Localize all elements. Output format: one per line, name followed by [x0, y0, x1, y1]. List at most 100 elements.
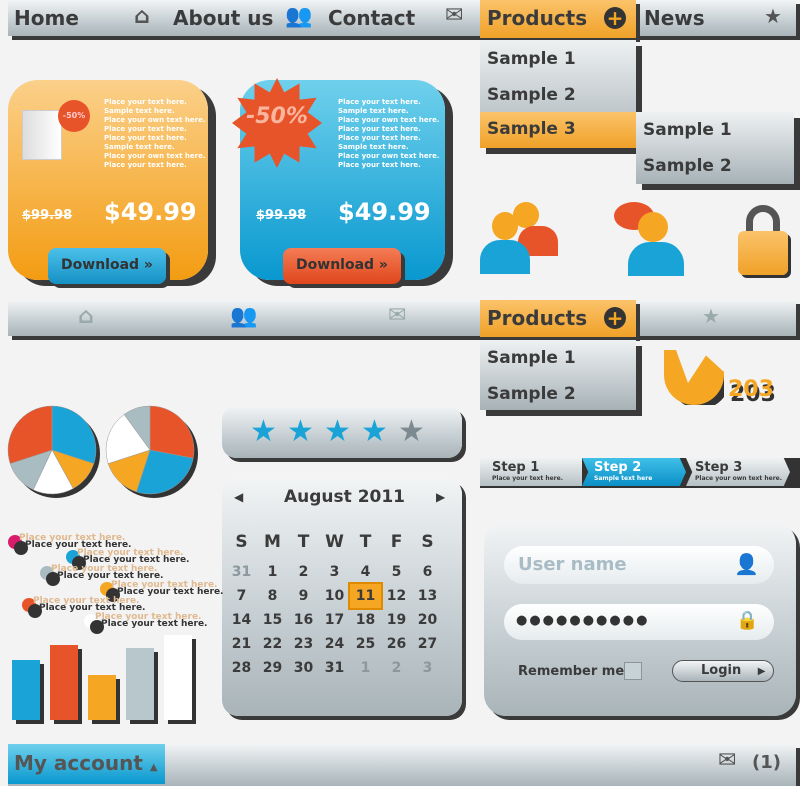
calendar-day[interactable]: 10	[319, 584, 350, 608]
star-icon[interactable]: ★	[764, 6, 782, 26]
dropdown-item[interactable]: Sample 2	[487, 85, 576, 105]
rating-star-icon[interactable]: ★	[398, 414, 425, 449]
calendar-day[interactable]: 5	[381, 560, 412, 584]
calendar-day[interactable]: 7	[226, 584, 257, 608]
house-icon[interactable]: ⌂	[78, 306, 94, 328]
next-month-arrow[interactable]: ▶	[436, 490, 445, 504]
calendar-day[interactable]: 24	[319, 632, 350, 656]
dropdown-item[interactable]: Sample 1	[487, 348, 576, 368]
calendar-day[interactable]: 1	[257, 560, 288, 584]
user-icon: 👤	[734, 552, 759, 576]
users-icon[interactable]: 👥	[230, 306, 257, 328]
envelope-icon[interactable]: ✉	[388, 305, 406, 327]
step-1[interactable]: Step 1 Place your text here.	[480, 458, 582, 486]
calendar-day[interactable]: 30	[288, 656, 319, 680]
calendar-grid: S M T W T F S 31 1 2 3 4 5 6 7 8 9 10 11 12 13 14 15 16 17 18 19 20…	[226, 524, 443, 680]
nav2-dropdown: Sample 1 Sample 2	[480, 340, 636, 410]
weekday-header: S	[421, 532, 434, 552]
login-button[interactable]: Login ▶	[672, 660, 774, 682]
calendar-day[interactable]: 15	[257, 608, 288, 632]
rating-star-icon[interactable]: ★	[287, 414, 314, 449]
house-icon[interactable]: ⌂	[134, 6, 150, 28]
envelope-icon[interactable]: ✉	[718, 750, 736, 772]
calendar-day[interactable]: 2	[288, 560, 319, 584]
nav2-products-label: Products	[487, 306, 588, 330]
calendar-day[interactable]: 3	[412, 656, 443, 680]
calendar-day[interactable]: 26	[381, 632, 412, 656]
username-field[interactable]: User name 👤	[504, 546, 774, 584]
calendar-day[interactable]: 21	[226, 632, 257, 656]
lock-icon: 🔒	[736, 610, 759, 631]
card-text-line: Place your own text here.	[338, 152, 440, 160]
nav2-products[interactable]: Products +	[480, 300, 636, 337]
rating-star-icon[interactable]: ★	[361, 414, 388, 449]
price: $49.99	[338, 198, 431, 226]
nav-products[interactable]: Products +	[480, 0, 636, 38]
card-text-line: Place your own text here.	[104, 116, 206, 124]
step-3[interactable]: Step 3 Place your own text here.	[686, 458, 790, 486]
calendar-day[interactable]: 3	[319, 560, 350, 584]
calendar-day[interactable]: 12	[381, 584, 412, 608]
weekday-header: T	[359, 532, 372, 552]
calendar-day[interactable]: 8	[257, 584, 288, 608]
calendar-day[interactable]: 6	[412, 560, 443, 584]
nav-about[interactable]: About us	[173, 6, 273, 30]
nav-home[interactable]: Home	[14, 6, 79, 30]
prev-month-arrow[interactable]: ◀	[234, 490, 243, 504]
rating-star-icon[interactable]: ★	[250, 414, 277, 449]
password-field[interactable]: ●●●●●●●●●● 🔒	[504, 604, 774, 640]
step-title: Step 3	[695, 460, 743, 475]
download-button[interactable]: Download »	[283, 248, 401, 284]
calendar-day[interactable]: 31	[319, 656, 350, 680]
calendar-day[interactable]: 9	[288, 584, 319, 608]
nav-products-label: Products	[487, 6, 588, 30]
lock-icon	[738, 205, 792, 277]
star-icon[interactable]: ★	[702, 306, 720, 326]
card-text-line: Place your own text here.	[338, 116, 440, 124]
calendar-day[interactable]: 20	[412, 608, 443, 632]
submenu: Sample 1 Sample 2	[636, 112, 794, 184]
calendar-day[interactable]: 13	[412, 584, 443, 608]
rating-star-icon[interactable]: ★	[324, 414, 351, 449]
calendar-day[interactable]: 23	[288, 632, 319, 656]
calendar-day[interactable]: 14	[226, 608, 257, 632]
calendar-day[interactable]: 19	[381, 608, 412, 632]
calendar-day[interactable]: 28	[226, 656, 257, 680]
calendar-day[interactable]: 11	[348, 582, 383, 610]
password-value: ●●●●●●●●●●	[516, 613, 650, 628]
calendar-day[interactable]: 25	[350, 632, 381, 656]
nav-news[interactable]: News	[644, 6, 705, 30]
envelope-icon[interactable]: ✉	[445, 5, 463, 27]
star-rating[interactable]: ★ ★ ★ ★ ★	[222, 406, 462, 458]
calendar-day[interactable]: 4	[350, 560, 381, 584]
plus-icon[interactable]: +	[604, 307, 626, 329]
chevron-down-icon: »	[378, 257, 388, 273]
card-text-line: Place your text here.	[338, 134, 421, 142]
nav-contact[interactable]: Contact	[328, 6, 415, 30]
submenu-item[interactable]: Sample 1	[643, 120, 732, 140]
calendar-day[interactable]: 27	[412, 632, 443, 656]
calendar-day[interactable]: 1	[350, 656, 381, 680]
card-text-line: Place your text here.	[104, 125, 187, 133]
calendar-day[interactable]: 22	[257, 632, 288, 656]
calendar-day[interactable]: 31	[226, 560, 257, 584]
users-icon[interactable]: 👥	[285, 6, 312, 28]
my-account-tab[interactable]: My account ▲	[8, 744, 165, 784]
dropdown-item[interactable]: Sample 2	[487, 384, 576, 404]
calendar-day[interactable]: 17	[319, 608, 350, 632]
download-button[interactable]: Download »	[48, 248, 166, 284]
calendar-day[interactable]: 29	[257, 656, 288, 680]
dropdown-item-active[interactable]: Sample 3	[480, 112, 636, 148]
card-text-line: Place your text here.	[104, 98, 187, 106]
old-price: $99.98	[256, 208, 307, 223]
remember-me-checkbox[interactable]	[624, 662, 642, 680]
step-2-active[interactable]: Step 2 Sample text here	[582, 458, 686, 486]
card-text-line: Place your own text here.	[104, 152, 206, 160]
calendar-day[interactable]: 18	[350, 608, 381, 632]
calendar-day[interactable]: 2	[381, 656, 412, 680]
plus-icon[interactable]: +	[604, 7, 626, 29]
remember-me-label: Remember me	[518, 664, 625, 679]
submenu-item[interactable]: Sample 2	[643, 156, 732, 176]
calendar-day[interactable]: 16	[288, 608, 319, 632]
dropdown-item[interactable]: Sample 1	[487, 49, 576, 69]
